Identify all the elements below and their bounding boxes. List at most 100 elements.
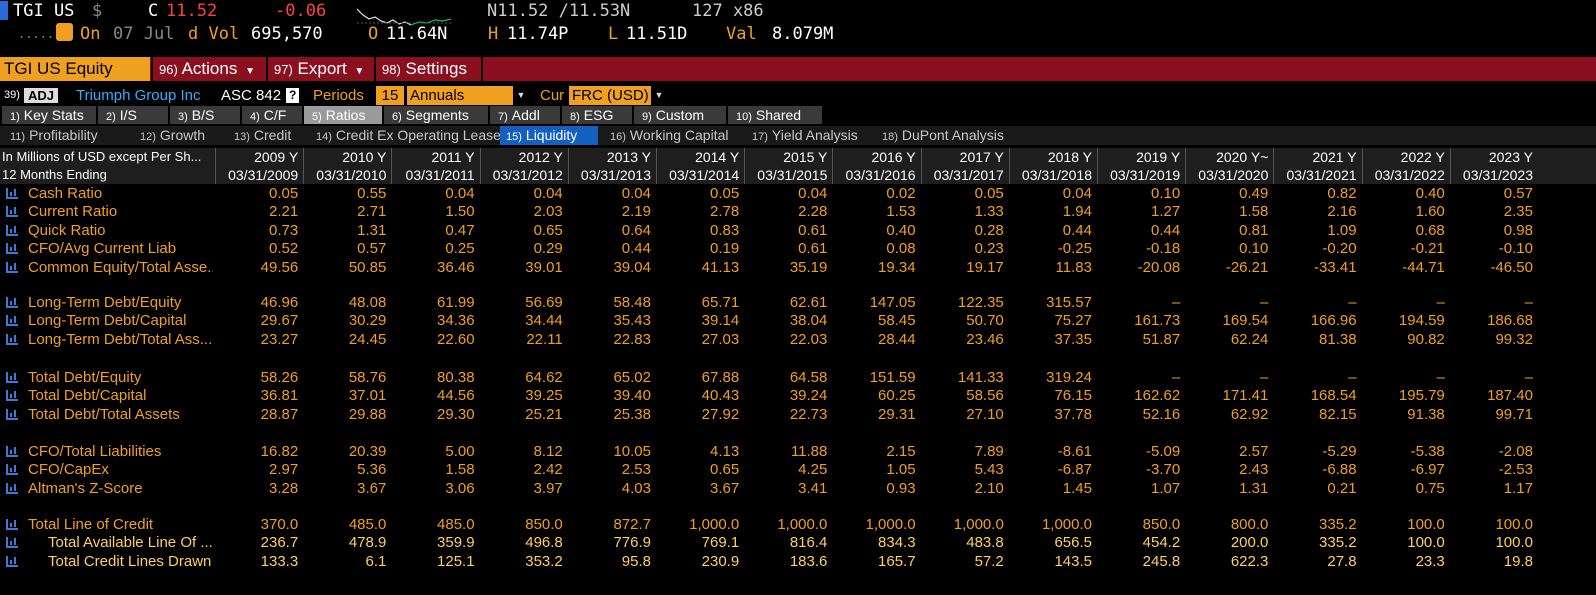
table-cell[interactable]: 2.28 <box>745 202 827 221</box>
table-cell[interactable]: 0.28 <box>922 221 1004 240</box>
table-cell[interactable]: 50.85 <box>304 258 387 277</box>
table-cell[interactable]: 22.83 <box>569 330 651 349</box>
table-cell[interactable]: 4.13 <box>657 442 739 461</box>
chart-icon[interactable] <box>6 206 18 218</box>
table-cell[interactable]: 34.44 <box>481 311 563 330</box>
table-cell[interactable]: 0.05 <box>922 184 1004 203</box>
table-cell[interactable]: 39.40 <box>569 386 651 405</box>
table-cell[interactable]: 485.0 <box>304 515 387 534</box>
table-cell[interactable]: 19.34 <box>833 258 916 277</box>
table-cell[interactable]: 2.78 <box>657 202 739 221</box>
table-cell[interactable]: 0.04 <box>1010 184 1092 203</box>
table-cell[interactable]: 0.40 <box>833 221 915 240</box>
row-label[interactable]: Quick Ratio <box>28 221 213 240</box>
year-header[interactable]: 2021 Y <box>1274 148 1356 166</box>
table-cell[interactable]: 25.38 <box>569 405 651 424</box>
table-cell[interactable]: 81.38 <box>1274 330 1357 349</box>
tab-bs[interactable]: 3) B/S <box>170 106 240 124</box>
table-cell[interactable]: 40.43 <box>657 386 740 405</box>
table-cell[interactable]: -0.20 <box>1274 239 1356 258</box>
table-cell[interactable]: 0.81 <box>1186 221 1268 240</box>
row-label[interactable]: CFO/Avg Current Liab <box>28 239 213 258</box>
table-cell[interactable]: 0.44 <box>1098 221 1180 240</box>
table-cell[interactable]: 11.83 <box>1010 258 1092 277</box>
currency-select[interactable]: FRC (USD) <box>569 86 651 105</box>
table-cell[interactable]: 3.41 <box>745 479 827 498</box>
table-cell[interactable]: 19.17 <box>922 258 1004 277</box>
table-cell[interactable]: 65.02 <box>569 368 651 387</box>
table-cell[interactable]: 35.19 <box>745 258 828 277</box>
table-cell[interactable]: 91.38 <box>1363 405 1445 424</box>
chart-icon[interactable] <box>6 390 18 402</box>
chart-icon[interactable] <box>6 464 18 476</box>
row-label[interactable]: Total Debt/Capital <box>28 386 213 405</box>
table-cell[interactable]: 315.57 <box>1010 293 1092 312</box>
table-cell[interactable]: 656.5 <box>1010 533 1092 552</box>
table-cell[interactable]: -6.88 <box>1274 460 1356 479</box>
table-cell[interactable]: 3.28 <box>216 479 298 498</box>
chart-icon[interactable] <box>6 537 18 549</box>
table-cell[interactable]: -0.21 <box>1363 239 1445 258</box>
table-cell[interactable]: 1.33 <box>922 202 1004 221</box>
table-cell[interactable]: 0.44 <box>569 239 651 258</box>
table-cell[interactable]: 37.35 <box>1010 330 1092 349</box>
subtab-credit[interactable]: 13) Credit <box>228 126 308 145</box>
subtab-profitability[interactable]: 11) Profitability <box>4 126 132 145</box>
table-cell[interactable]: 0.82 <box>1274 184 1356 203</box>
security-field[interactable]: TGI US Equity <box>0 57 150 81</box>
subtab-dupont-analysis[interactable]: 18) DuPont Analysis <box>876 126 1016 145</box>
year-header[interactable]: 2017 Y <box>922 148 1004 166</box>
table-cell[interactable]: 49.56 <box>216 258 299 277</box>
periods-input[interactable]: 15 <box>376 86 404 105</box>
chevron-down-icon[interactable]: ▼ <box>652 86 666 105</box>
table-cell[interactable]: 1,000.0 <box>833 515 916 534</box>
table-cell[interactable]: 1.94 <box>1010 202 1092 221</box>
chart-icon[interactable] <box>6 482 18 494</box>
table-cell[interactable]: 151.59 <box>833 368 916 387</box>
table-cell[interactable]: – <box>1451 293 1533 312</box>
table-cell[interactable]: -0.25 <box>1010 239 1092 258</box>
company-name[interactable]: Triumph Group Inc <box>76 86 201 105</box>
table-cell[interactable]: 454.2 <box>1098 533 1181 552</box>
table-cell[interactable]: 800.0 <box>1186 515 1269 534</box>
table-cell[interactable]: 58.26 <box>216 368 299 387</box>
table-cell[interactable]: 478.9 <box>304 533 387 552</box>
table-cell[interactable]: 36.81 <box>216 386 299 405</box>
table-cell[interactable]: 122.35 <box>922 293 1004 312</box>
table-cell[interactable]: 353.2 <box>481 552 563 571</box>
chart-icon[interactable] <box>6 243 18 255</box>
table-cell[interactable]: 2.03 <box>481 202 563 221</box>
table-cell[interactable]: 0.52 <box>216 239 298 258</box>
table-cell[interactable]: -6.87 <box>1010 460 1092 479</box>
chart-icon[interactable] <box>6 188 18 199</box>
period-type-select[interactable]: Annuals <box>407 86 513 105</box>
table-cell[interactable]: 8.12 <box>481 442 563 461</box>
table-cell[interactable]: -44.71 <box>1363 258 1445 277</box>
table-cell[interactable]: 1.60 <box>1363 202 1445 221</box>
table-row[interactable]: CFO/Avg Current Liab 0.52 0.57 0.25 0.29 0.44… <box>0 239 1596 258</box>
chart-icon[interactable] <box>6 555 18 567</box>
tab-is[interactable]: 2) I/S <box>98 106 168 124</box>
table-cell[interactable]: 57.2 <box>922 552 1004 571</box>
table-cell[interactable]: 29.88 <box>304 405 387 424</box>
table-cell[interactable]: 7.89 <box>922 442 1004 461</box>
row-label[interactable]: Long-Term Debt/Total Ass... <box>28 330 213 349</box>
row-label[interactable]: Altman's Z-Score <box>28 479 213 498</box>
row-label[interactable]: Long-Term Debt/Equity <box>28 293 213 312</box>
row-label[interactable]: Common Equity/Total Asse... <box>28 258 213 277</box>
chart-icon[interactable] <box>6 372 18 383</box>
table-cell[interactable]: 165.7 <box>833 552 916 571</box>
table-cell[interactable]: 23.3 <box>1363 552 1445 571</box>
table-row[interactable]: Long-Term Debt/Capital 29.67 30.29 34.36 34.… <box>0 311 1596 330</box>
table-cell[interactable]: 769.1 <box>657 533 740 552</box>
table-cell[interactable]: 3.67 <box>304 479 386 498</box>
table-cell[interactable]: 1.45 <box>1010 479 1092 498</box>
table-cell[interactable]: 2.21 <box>216 202 298 221</box>
table-cell[interactable]: 168.54 <box>1274 386 1357 405</box>
table-cell[interactable]: -2.53 <box>1451 460 1533 479</box>
chart-icon[interactable] <box>6 519 18 530</box>
table-cell[interactable]: 183.6 <box>745 552 828 571</box>
table-cell[interactable]: 0.98 <box>1451 221 1533 240</box>
table-cell[interactable]: – <box>1363 293 1444 312</box>
adj-button[interactable]: ADJ <box>24 88 59 103</box>
